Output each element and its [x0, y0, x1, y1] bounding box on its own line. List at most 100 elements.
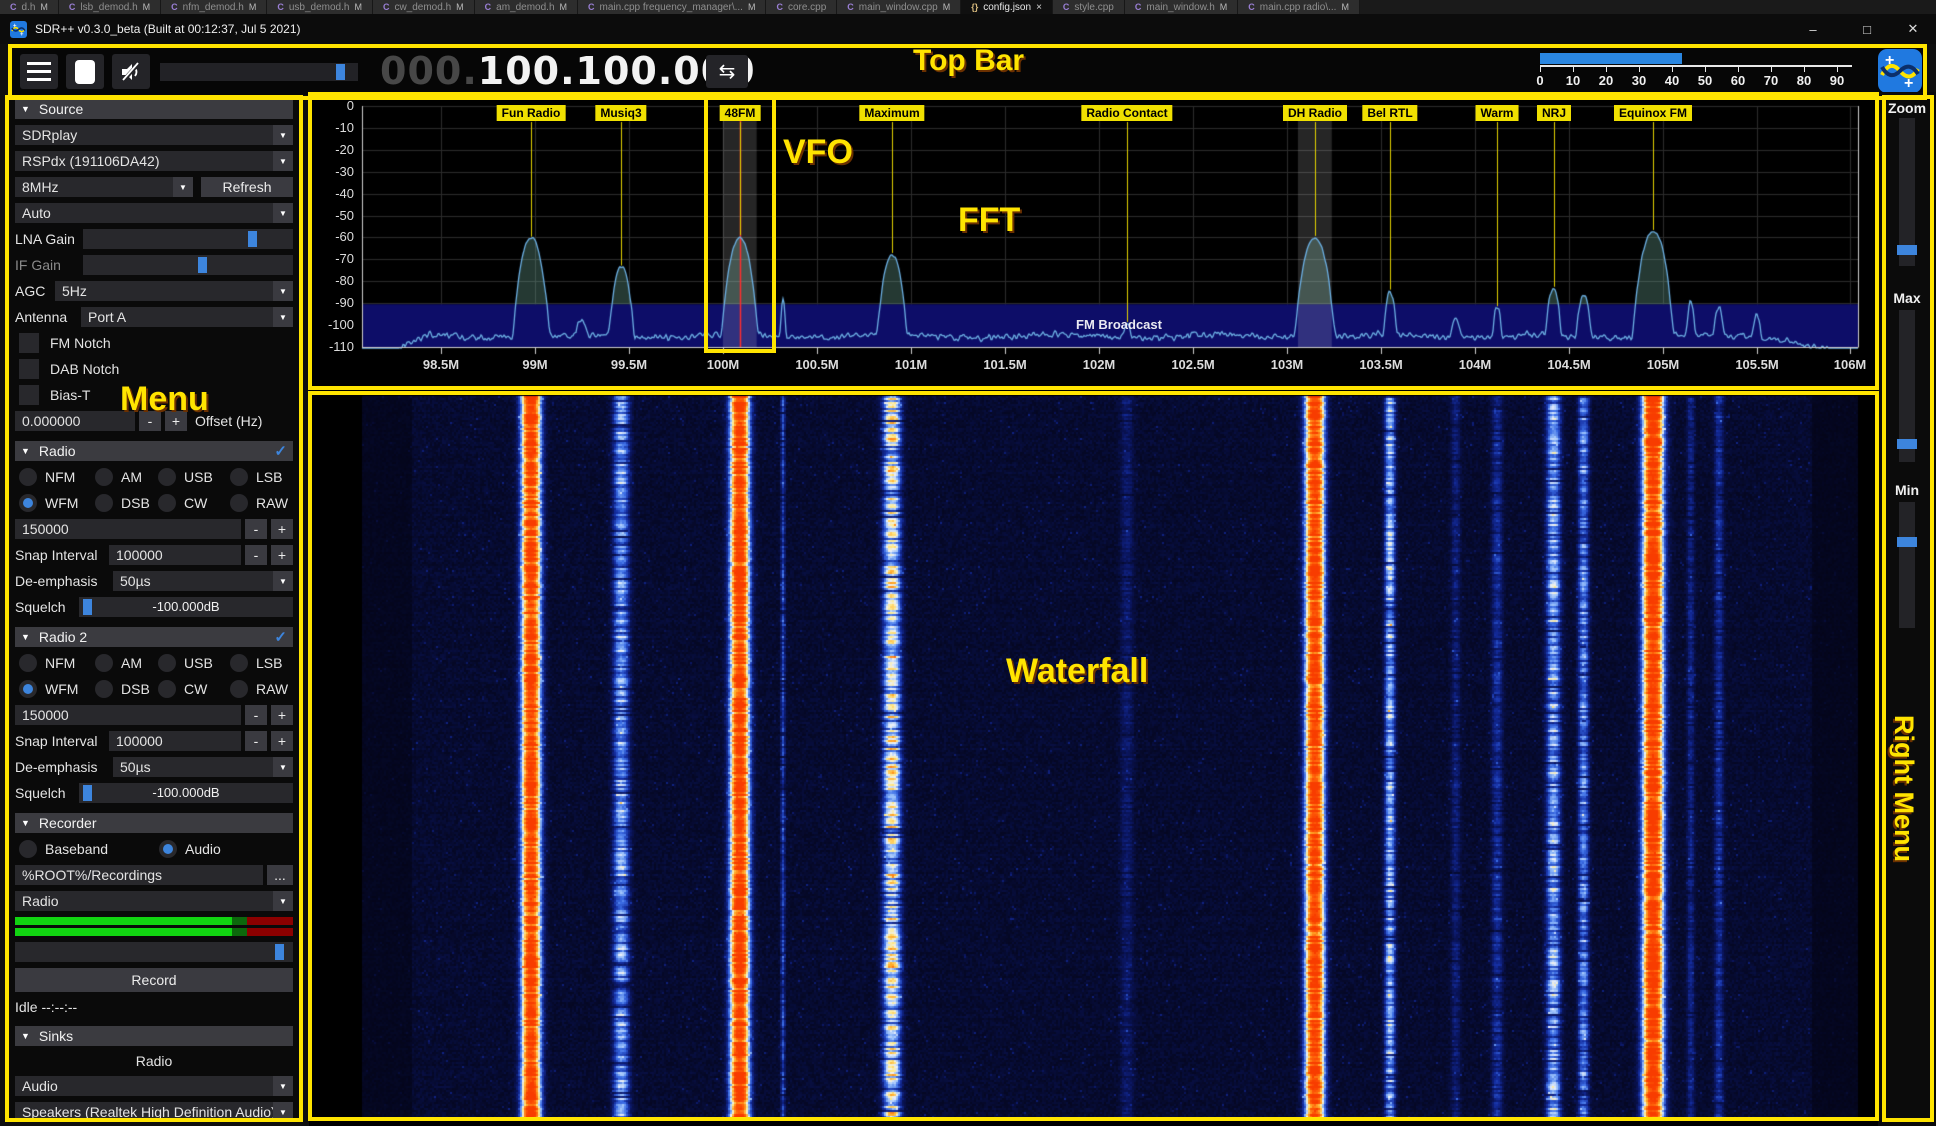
- editor-tab[interactable]: Cmain_window.cppM: [837, 0, 961, 14]
- editor-tab[interactable]: Cstyle.cpp: [1053, 0, 1125, 14]
- frequency-display[interactable]: 000.100.100.000: [380, 48, 756, 94]
- recorder-volume-slider[interactable]: [15, 942, 293, 962]
- mode-am[interactable]: AM: [95, 467, 158, 487]
- volume-slider-handle[interactable]: [336, 64, 345, 80]
- zoom-slider-handle[interactable]: [1897, 245, 1917, 255]
- editor-tab[interactable]: Cd.hM: [0, 0, 59, 14]
- squelch-handle[interactable]: [83, 599, 92, 615]
- recorder-stream-select[interactable]: Radio ▼: [15, 891, 293, 911]
- radio-circle-icon[interactable]: [230, 494, 248, 512]
- bandwidth-increment-button[interactable]: +: [271, 519, 293, 539]
- volume-slider[interactable]: [160, 63, 358, 81]
- browse-button[interactable]: ...: [267, 865, 293, 885]
- radio-circle-selected-icon[interactable]: [19, 494, 37, 512]
- source-driver-select[interactable]: SDRplay ▼: [15, 125, 293, 145]
- radio-bandwidth-input[interactable]: 150000: [15, 519, 241, 539]
- editor-tab[interactable]: Cmain.cpp frequency_manager\...M: [578, 0, 766, 14]
- radio-circle-icon[interactable]: [95, 680, 113, 698]
- minimize-button[interactable]: –: [1790, 14, 1836, 44]
- radio-circle-selected-icon[interactable]: [159, 840, 177, 858]
- enabled-check-icon[interactable]: ✓: [274, 628, 287, 646]
- station-label[interactable]: Maximum: [859, 105, 924, 121]
- chevron-down-icon[interactable]: ▼: [273, 1102, 293, 1122]
- recorder-mode-audio[interactable]: Audio: [159, 840, 221, 858]
- radio-circle-icon[interactable]: [19, 654, 37, 672]
- editor-tab[interactable]: Cusb_demod.hM: [267, 0, 373, 14]
- recorder-section-header[interactable]: ▼ Recorder: [15, 813, 293, 833]
- station-label[interactable]: Radio Contact: [1081, 105, 1172, 121]
- fm-notch-checkbox[interactable]: [19, 333, 39, 353]
- editor-tab[interactable]: {}config.json×: [961, 0, 1053, 14]
- mode-cw[interactable]: CW: [158, 493, 230, 513]
- radio-circle-icon[interactable]: [19, 840, 37, 858]
- recording-path-input[interactable]: %ROOT%/Recordings: [15, 865, 263, 885]
- tuning-mode-button[interactable]: ⇆: [706, 55, 748, 88]
- bandwidth-increment-button[interactable]: +: [271, 705, 293, 725]
- squelch-handle[interactable]: [83, 785, 92, 801]
- radio-circle-icon[interactable]: [158, 494, 176, 512]
- menu-toggle-button[interactable]: [20, 54, 58, 89]
- mode-am[interactable]: AM: [95, 653, 158, 673]
- sample-rate-select[interactable]: 8MHz ▼: [15, 177, 193, 197]
- mode-usb[interactable]: USB: [158, 467, 230, 487]
- sinks-section-header[interactable]: ▼ Sinks: [15, 1026, 293, 1046]
- zoom-slider[interactable]: [1899, 118, 1915, 266]
- enabled-check-icon[interactable]: ✓: [274, 442, 287, 460]
- snap-increment-button[interactable]: +: [271, 545, 293, 565]
- chevron-down-icon[interactable]: ▼: [273, 571, 293, 591]
- refresh-button[interactable]: Refresh: [201, 177, 293, 197]
- editor-tab[interactable]: Cmain_window.hM: [1125, 0, 1238, 14]
- offset-increment-button[interactable]: +: [165, 411, 187, 431]
- chevron-down-icon[interactable]: ▼: [273, 307, 293, 327]
- chevron-down-icon[interactable]: ▼: [273, 151, 293, 171]
- radio-circle-icon[interactable]: [95, 468, 113, 486]
- close-tab-icon[interactable]: ×: [1036, 2, 1042, 13]
- mode-dsb[interactable]: DSB: [95, 493, 158, 513]
- editor-tab[interactable]: Cam_demod.hM: [475, 0, 578, 14]
- agc-mode-select[interactable]: Auto ▼: [15, 203, 293, 223]
- chevron-down-icon[interactable]: ▼: [273, 1076, 293, 1096]
- mode-nfm[interactable]: NFM: [19, 653, 95, 673]
- deemphasis-select[interactable]: 50µs ▼: [113, 757, 293, 777]
- station-label[interactable]: NRJ: [1537, 105, 1571, 121]
- snap-interval-input[interactable]: 100000: [109, 545, 241, 565]
- agc-rate-select[interactable]: 5Hz ▼: [55, 281, 293, 301]
- offset-decrement-button[interactable]: -: [139, 411, 161, 431]
- mode-raw[interactable]: RAW: [230, 493, 293, 513]
- station-label[interactable]: Bel RTL: [1362, 105, 1417, 121]
- editor-tab[interactable]: Clsb_demod.hM: [59, 0, 161, 14]
- sink-device-select[interactable]: Speakers (Realtek High Definition Audio)…: [15, 1102, 293, 1122]
- mode-usb[interactable]: USB: [158, 653, 230, 673]
- radio-circle-icon[interactable]: [19, 468, 37, 486]
- mode-lsb[interactable]: LSB: [230, 653, 293, 673]
- if-gain-slider[interactable]: [83, 255, 293, 275]
- sink-type-select[interactable]: Audio ▼: [15, 1076, 293, 1096]
- mode-cw[interactable]: CW: [158, 679, 230, 699]
- radio-circle-icon[interactable]: [230, 468, 248, 486]
- mode-lsb[interactable]: LSB: [230, 467, 293, 487]
- station-label[interactable]: DH Radio: [1283, 105, 1347, 121]
- antenna-select[interactable]: Port A ▼: [81, 307, 293, 327]
- deemphasis-select[interactable]: 50µs ▼: [113, 571, 293, 591]
- dab-notch-checkbox[interactable]: [19, 359, 39, 379]
- source-section-header[interactable]: ▼ Source: [15, 99, 293, 119]
- radio-section-header[interactable]: ▼ Radio ✓: [15, 441, 293, 461]
- chevron-down-icon[interactable]: ▼: [273, 125, 293, 145]
- squelch-slider[interactable]: -100.000dB: [79, 597, 293, 617]
- radio-circle-icon[interactable]: [230, 680, 248, 698]
- radio-circle-icon[interactable]: [158, 654, 176, 672]
- squelch-slider[interactable]: -100.000dB: [79, 783, 293, 803]
- source-device-select[interactable]: RSPdx (191106DA42) ▼: [15, 151, 293, 171]
- radio-circle-icon[interactable]: [158, 468, 176, 486]
- radio-circle-selected-icon[interactable]: [19, 680, 37, 698]
- mode-wfm[interactable]: WFM: [19, 679, 95, 699]
- radio-circle-icon[interactable]: [158, 680, 176, 698]
- waterfall-canvas[interactable]: [309, 392, 1878, 1126]
- snap-interval-input[interactable]: 100000: [109, 731, 241, 751]
- bandwidth-decrement-button[interactable]: -: [245, 519, 267, 539]
- radio2-section-header[interactable]: ▼ Radio 2 ✓: [15, 627, 293, 647]
- station-label[interactable]: Musiq3: [595, 105, 646, 121]
- close-button[interactable]: ✕: [1890, 14, 1936, 44]
- offset-input[interactable]: 0.000000: [15, 411, 135, 431]
- radio2-bandwidth-input[interactable]: 150000: [15, 705, 241, 725]
